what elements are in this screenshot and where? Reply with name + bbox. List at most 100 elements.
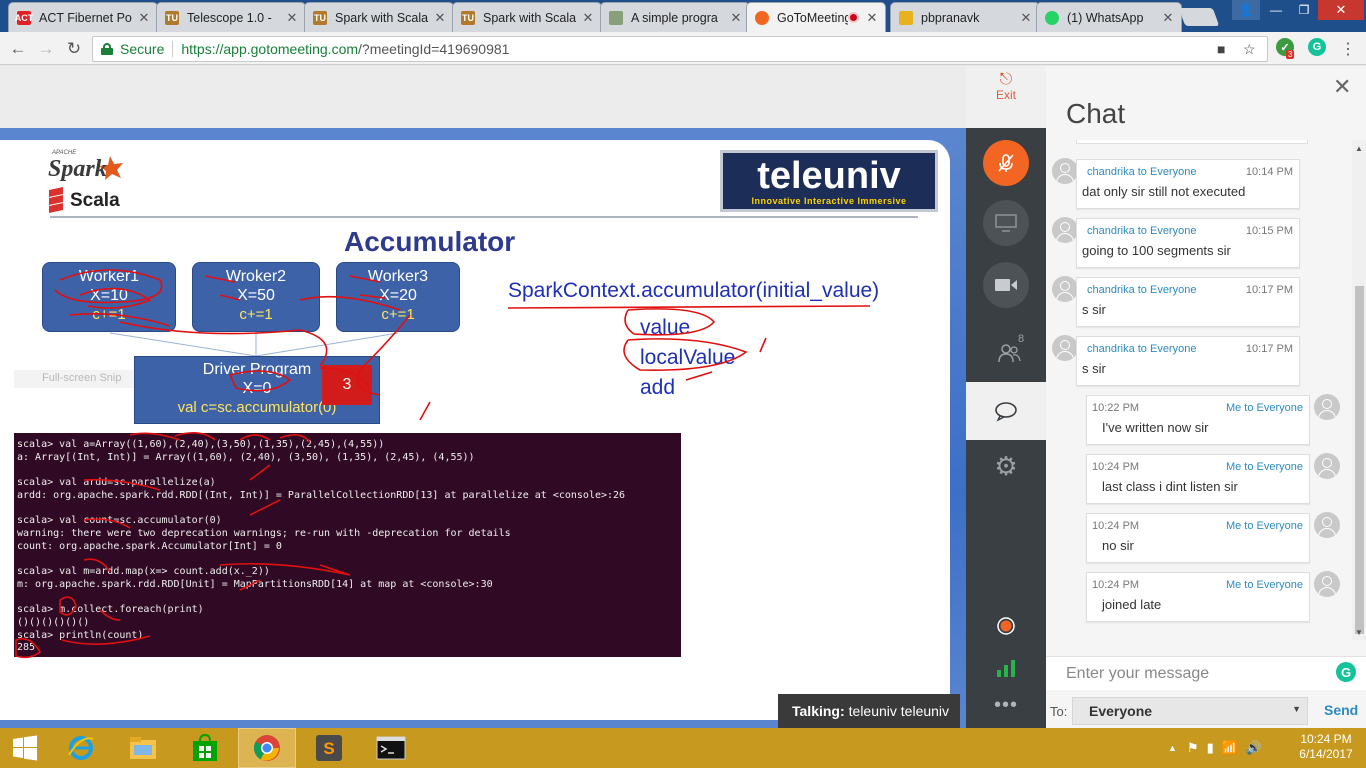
message-time: 10:17 PM <box>1245 284 1293 296</box>
window-close-button[interactable]: ✕ <box>1318 0 1364 20</box>
record-button[interactable] <box>994 614 1018 638</box>
attendees-button[interactable]: 8 <box>990 333 1030 373</box>
message-sender: chandrika to Everyone <box>1087 343 1197 355</box>
settings-gear-icon[interactable]: ⚙ <box>986 446 1026 486</box>
mute-microphone-button[interactable] <box>983 140 1029 186</box>
attendee-count: 8 <box>1018 333 1025 345</box>
camera-icon <box>995 279 1017 291</box>
tab-act-fibernet[interactable]: ACT ACT Fibernet Po ✕ <box>8 2 158 32</box>
secure-label: Secure <box>120 41 165 57</box>
webcam-button[interactable] <box>983 262 1029 308</box>
svg-text:S: S <box>323 739 334 758</box>
minimize-button[interactable]: — <box>1262 0 1290 20</box>
message-text: going to 100 segments sir <box>1082 243 1231 258</box>
tab-title: (1) WhatsApp <box>1067 10 1144 25</box>
chat-message-list[interactable]: chandrika to Everyone 10:14 PM dat only … <box>1046 140 1352 650</box>
close-icon[interactable]: ✕ <box>137 10 151 26</box>
whatsapp-favicon-icon <box>1045 10 1059 25</box>
connection-quality-icon[interactable] <box>994 656 1018 680</box>
api-item-add: add <box>640 376 676 399</box>
close-icon[interactable]: ✕ <box>1019 10 1033 26</box>
message-sender: Me to Everyone <box>1225 579 1303 591</box>
battery-icon[interactable]: ▮ <box>1207 740 1214 756</box>
message-text: s sir <box>1082 302 1106 317</box>
back-arrow-icon[interactable]: ← <box>6 37 30 61</box>
message-time: 10:24 PM <box>1092 579 1140 591</box>
close-icon[interactable]: ✕ <box>285 10 299 26</box>
maximize-button[interactable]: ❐ <box>1290 0 1318 20</box>
recipient-select[interactable]: Everyone ▼ <box>1072 697 1308 725</box>
to-label: To: <box>1050 704 1068 719</box>
windows-logo-icon <box>13 735 37 761</box>
meeting-sidebar: ⎋ Exit 8 ⚙ ••• <box>966 66 1046 728</box>
share-screen-button[interactable] <box>983 200 1029 246</box>
talking-indicator: Talking: teleuniv teleuniv <box>778 694 960 728</box>
taskbar-sublime-text[interactable]: S <box>300 728 358 768</box>
browser-tab-strip: ACT ACT Fibernet Po ✕ TU Telescope 1.0 -… <box>0 0 1366 32</box>
record-icon <box>997 617 1015 635</box>
taskbar-clock[interactable]: 10:24 PM 6/14/2017 <box>1292 732 1360 762</box>
send-button[interactable]: Send <box>1324 702 1358 718</box>
show-hidden-icons-icon[interactable]: ▲ <box>1168 743 1177 753</box>
bookmark-star-icon[interactable]: ☆ <box>1243 41 1256 58</box>
tab-spark-scala-2[interactable]: TU Spark with Scala ✕ <box>452 2 602 32</box>
close-icon[interactable]: ✕ <box>1161 10 1175 26</box>
volume-icon[interactable]: 🔊 <box>1246 740 1262 756</box>
tab-pbpranavk[interactable]: pbpranavk ✕ <box>890 2 1040 32</box>
forward-arrow-icon[interactable]: → <box>34 37 58 61</box>
close-icon[interactable]: ✕ <box>433 10 447 26</box>
chat-scrollbar[interactable]: ▲ ▼ <box>1352 140 1366 640</box>
tab-title: GoToMeeting <box>777 10 848 25</box>
chevron-down-icon: ▼ <box>1292 704 1301 714</box>
grammarly-icon[interactable]: G <box>1308 38 1326 56</box>
message-input[interactable]: Enter your message <box>1046 656 1366 690</box>
recipient-row: To: Everyone ▼ Send <box>1046 694 1366 728</box>
tab-whatsapp[interactable]: (1) WhatsApp ✕ <box>1036 2 1182 32</box>
message-text: dat only sir still not executed <box>1082 184 1246 199</box>
camera-in-use-icon[interactable]: ■ <box>1217 41 1225 57</box>
terminal-line: scala> val m=ardd.map(x=> count.add(x._2… <box>17 566 270 578</box>
scroll-up-icon[interactable]: ▲ <box>1355 144 1363 153</box>
close-icon[interactable]: ✕ <box>581 10 595 26</box>
profile-icon[interactable]: 👤 <box>1232 0 1260 20</box>
tab-title: Spark with Scala <box>483 10 577 25</box>
new-tab-button[interactable] <box>1178 8 1220 26</box>
tab-gotomeeting[interactable]: GoToMeeting ✕ <box>746 2 886 32</box>
taskbar-command-prompt[interactable] <box>362 728 420 768</box>
tab-telescope[interactable]: TU Telescope 1.0 - ✕ <box>156 2 306 32</box>
scrollbar-thumb[interactable] <box>1355 286 1364 634</box>
close-icon[interactable]: ✕ <box>729 10 743 26</box>
avatar <box>1052 276 1078 302</box>
exit-button[interactable]: ⎋ Exit <box>966 66 1046 128</box>
grammarly-icon[interactable]: G <box>1336 662 1356 682</box>
taskbar-store[interactable] <box>176 728 234 768</box>
action-center-flag-icon[interactable]: ⚑ <box>1187 740 1199 756</box>
tab-title: ACT Fibernet Po <box>39 10 132 25</box>
store-bag-icon <box>193 734 217 761</box>
system-tray: ▲ ⚑ ▮ 📶 🔊 <box>1168 728 1262 768</box>
reload-icon[interactable]: ↻ <box>62 37 86 61</box>
menu-kebab-icon[interactable]: ⋮ <box>1336 37 1360 61</box>
tab-simple-program[interactable]: A simple progra ✕ <box>600 2 750 32</box>
taskbar-file-explorer[interactable] <box>114 728 172 768</box>
api-item-value: value <box>640 316 691 339</box>
browser-toolbar: ← → ↻ Secure https://app.gotomeeting.com… <box>0 32 1366 65</box>
start-button[interactable] <box>0 728 50 768</box>
close-icon[interactable]: ✕ <box>865 10 879 26</box>
page-favicon-icon <box>899 10 913 25</box>
close-chat-icon[interactable]: ✕ <box>1333 74 1351 100</box>
taskbar-internet-explorer[interactable] <box>52 728 110 768</box>
tab-spark-scala-1[interactable]: TU Spark with Scala ✕ <box>304 2 454 32</box>
avatar <box>1052 158 1078 184</box>
terminal-line: m: org.apache.spark.rdd.RDD[Unit] = MapP… <box>17 578 493 590</box>
talking-label: Talking: <box>792 703 845 719</box>
taskbar-chrome[interactable] <box>238 728 296 768</box>
scroll-down-icon[interactable]: ▼ <box>1355 628 1363 637</box>
list-item <box>1076 140 1308 144</box>
network-signal-icon[interactable]: 📶 <box>1222 740 1238 756</box>
message-sender: chandrika to Everyone <box>1087 284 1197 296</box>
chat-tab-button[interactable] <box>966 382 1046 440</box>
address-bar[interactable]: Secure https://app.gotomeeting.com /?mee… <box>92 36 1268 62</box>
more-options-icon[interactable]: ••• <box>966 694 1046 717</box>
